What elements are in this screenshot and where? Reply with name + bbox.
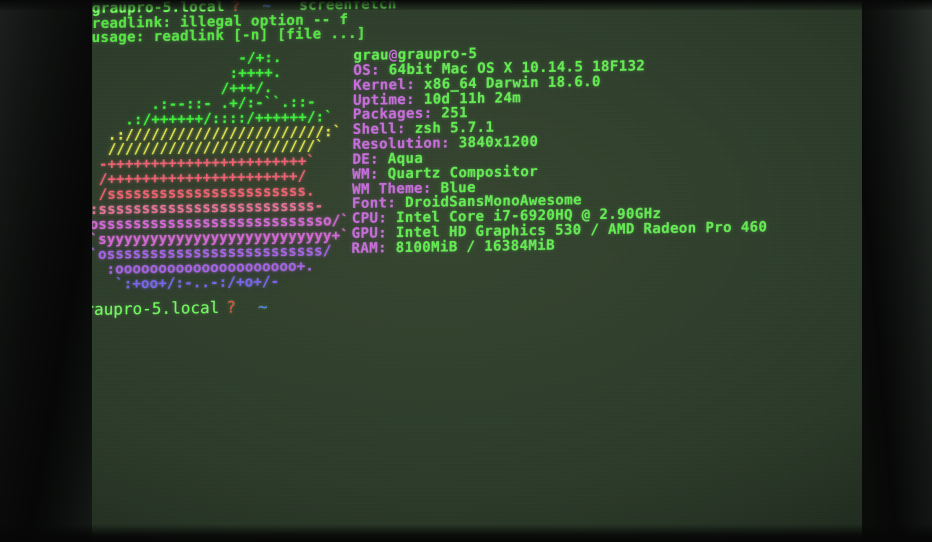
active-prompt-line[interactable]: graupro-5.local? ~	[75, 297, 278, 319]
prompt-cwd-icon: ~	[262, 0, 272, 15]
monitor-photograph: graupro-5.local? ~ screenfetch readlink: i…	[0, 0, 932, 542]
prompt-status-icon: ?	[226, 297, 237, 317]
info-value: 3840x1200	[458, 134, 539, 152]
info-value: 8100MiB / 16384MiB	[395, 237, 555, 257]
prompt-cwd-icon: ~	[257, 297, 268, 317]
previous-prompt-line: graupro-5.local? ~ screenfetch readlink: i…	[92, 0, 397, 46]
apple-ascii-logo: -/+:. :++++. /+++/. .:--::- .+/:-``.::- …	[89, 50, 351, 293]
info-label: OS	[353, 62, 372, 79]
info-label: DE	[352, 151, 371, 168]
info-label: WM	[352, 166, 371, 183]
prompt-status-icon: ?	[231, 0, 241, 15]
info-label: RAM	[351, 240, 379, 257]
system-info-list: grau@graupro-5 OS: 64bit Mac OS X 10.14.…	[351, 42, 769, 257]
prompt-host: graupro-5.local	[74, 297, 220, 320]
